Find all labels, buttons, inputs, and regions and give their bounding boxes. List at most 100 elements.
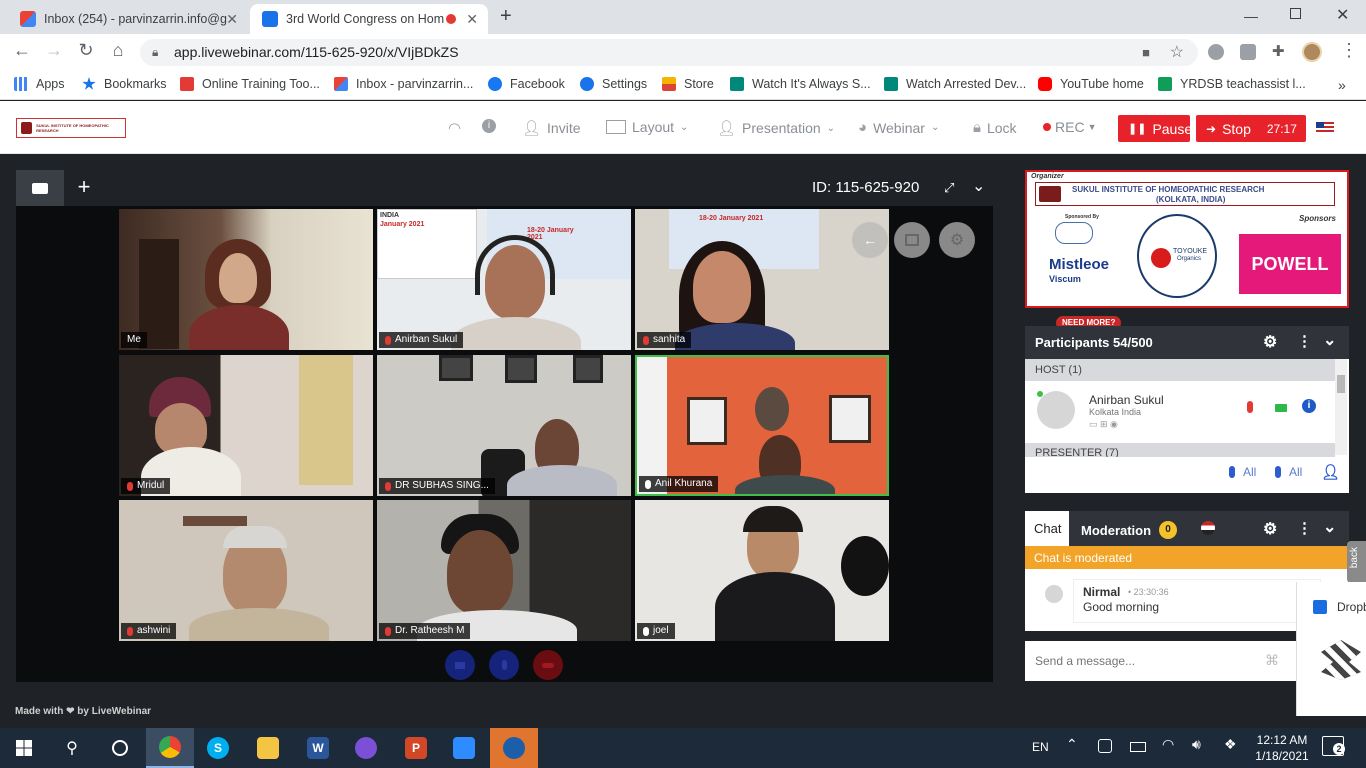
tab-webinar[interactable]: 3rd World Congress on Hom ✕ <box>250 4 488 34</box>
video-tile-joel[interactable]: joel <box>635 500 889 641</box>
clock[interactable]: 12:12 AM 1/18/2021 <box>1252 732 1312 764</box>
meet-now-icon[interactable] <box>1098 739 1112 753</box>
scroll-thumb[interactable] <box>1337 375 1345 393</box>
bookmark-store[interactable]: Store <box>662 77 714 91</box>
video-tile-ratheesh[interactable]: Dr. Ratheesh M <box>377 500 631 641</box>
host-group-header[interactable]: HOST (1) <box>1025 359 1335 381</box>
app-taskbar-item[interactable] <box>342 728 390 768</box>
star-icon[interactable]: ☆ <box>1170 39 1184 66</box>
video-tile-me[interactable]: Me <box>119 209 373 350</box>
address-bar[interactable]: 🔒︎ app.livewebinar.com/115-625-920/x/VIj… <box>140 39 1198 66</box>
skype-taskbar-item[interactable]: S <box>194 728 242 768</box>
close-window-icon[interactable]: ✕ <box>1336 5 1349 25</box>
search-button[interactable]: ⚲ <box>48 728 96 768</box>
layout-menu[interactable]: Layout ⌄ <box>606 119 688 135</box>
lock-button[interactable]: 🔒︎ Lock <box>973 119 1017 136</box>
powerpoint-taskbar-item[interactable]: P <box>392 728 440 768</box>
video-tile-anil[interactable]: Anil Khurana <box>635 355 889 496</box>
info-button[interactable]: i <box>482 119 502 133</box>
bookmark-online-training[interactable]: Online Training Too... <box>180 77 320 91</box>
gear-icon[interactable]: ⚙ <box>1263 332 1277 352</box>
wifi-status[interactable]: ◠ <box>448 119 467 137</box>
emoji-flag-icon[interactable] <box>1201 521 1215 535</box>
bookmark-watch-always[interactable]: Watch It's Always S... <box>730 77 871 91</box>
chrome-taskbar-item[interactable] <box>146 728 194 768</box>
bookmark-settings[interactable]: Settings <box>580 77 647 91</box>
kebab-menu-icon[interactable]: ⋮ <box>1297 519 1312 537</box>
presenter-group-header[interactable]: PRESENTER (7) <box>1025 443 1335 457</box>
webinar-taskbar-item[interactable] <box>490 728 538 768</box>
presentation-menu[interactable]: 👤︎ Presentation ⌄ <box>717 119 835 137</box>
pause-button[interactable]: ❚❚ Pause <box>1118 115 1192 142</box>
profile-avatar[interactable] <box>1302 42 1322 62</box>
video-tile-mridul[interactable]: Mridul <box>119 355 373 496</box>
tab-moderation[interactable]: Moderation 0 <box>1081 521 1178 539</box>
mic-toggle-button[interactable] <box>489 650 519 680</box>
video-tile-sanhita[interactable]: 18-20 January 2021 sanhita <box>635 209 889 350</box>
mute-all-button[interactable]: All <box>1229 465 1256 479</box>
info-icon[interactable]: i <box>1302 399 1316 413</box>
notifications-button[interactable]: 2 <box>1322 736 1345 756</box>
dropbox-popup[interactable]: Dropb <box>1296 582 1366 716</box>
video-tile-anirban[interactable]: INDIA January 2021 18-20 January 2021 An… <box>377 209 631 350</box>
chevron-down-icon[interactable]: ⌄ <box>1323 330 1336 350</box>
skype-ext-icon[interactable] <box>1208 44 1224 60</box>
start-button[interactable] <box>0 728 48 768</box>
close-icon[interactable]: ✕ <box>226 11 238 28</box>
battery-icon[interactable] <box>1130 742 1146 752</box>
kebab-menu-icon[interactable]: ⋮ <box>1297 332 1312 350</box>
gear-icon[interactable]: ⚙ <box>1263 519 1277 539</box>
language-indicator[interactable]: EN <box>1032 740 1049 754</box>
stop-button[interactable]: ➜ Stop 27:17 <box>1196 115 1306 142</box>
dropbox-tray-icon[interactable]: ❖ <box>1224 736 1237 753</box>
arrow-control-button[interactable]: ← <box>852 222 888 258</box>
video-tile-subhas[interactable]: DR SUBHAS SING... <box>377 355 631 496</box>
fullscreen-icon[interactable]: ⤢ <box>944 180 954 196</box>
grid-control-button[interactable] <box>894 222 930 258</box>
camera-toggle-button[interactable] <box>445 650 475 680</box>
volume-icon[interactable]: 🔊︎ <box>1192 736 1201 753</box>
close-icon[interactable]: ✕ <box>466 11 478 28</box>
bookmarks-more-button[interactable]: » <box>1338 77 1346 93</box>
new-tab-button[interactable]: + <box>500 5 512 28</box>
bookmark-yrdsb[interactable]: YRDSB teachassist l... <box>1158 77 1306 91</box>
participant-row-host[interactable]: Anirban Sukul Kolkata India ▭ ⊞ ◉ i <box>1025 381 1335 441</box>
bookmark-inbox[interactable]: Inbox - parvinzarrin... <box>334 77 473 91</box>
bookmark-watch-arrested[interactable]: Watch Arrested Dev... <box>884 77 1026 91</box>
hangup-button[interactable] <box>533 650 563 680</box>
wifi-icon[interactable]: ◠ <box>1162 736 1174 753</box>
home-icon[interactable]: ⌂ <box>106 40 130 61</box>
chevron-up-icon[interactable]: ⌃ <box>1066 736 1078 753</box>
kebab-menu-icon[interactable]: ⋮ <box>1340 40 1358 61</box>
webinar-menu[interactable]: ◕ Webinar ⌄ <box>858 119 939 136</box>
rec-button[interactable]: REC ▼ <box>1043 119 1096 135</box>
extensions-icon[interactable]: ✚ <box>1272 42 1285 60</box>
reload-icon[interactable]: ↻ <box>74 40 98 61</box>
bookmark-youtube[interactable]: YouTube home <box>1038 77 1144 91</box>
zoom-taskbar-item[interactable] <box>440 728 488 768</box>
unmute-all-button[interactable]: All <box>1275 465 1302 479</box>
restore-icon[interactable] <box>1290 8 1301 19</box>
camera-icon[interactable]: ■ <box>1142 39 1150 66</box>
settings-control-button[interactable]: ⚙ <box>939 222 975 258</box>
tab-chat[interactable]: Chat <box>1025 511 1069 546</box>
chevron-down-icon[interactable]: ⌄ <box>1323 517 1336 537</box>
back-arrow-icon[interactable]: ← <box>10 40 34 61</box>
minimize-icon[interactable]: — <box>1244 8 1258 24</box>
chevron-down-icon[interactable]: ⌄ <box>972 176 985 196</box>
facebook-ext-icon[interactable] <box>1240 44 1256 60</box>
camera-tab[interactable] <box>16 170 64 206</box>
forward-arrow-icon[interactable]: → <box>42 40 66 61</box>
bookmark-facebook[interactable]: Facebook <box>488 77 565 91</box>
word-taskbar-item[interactable]: W <box>294 728 342 768</box>
attachment-icon[interactable]: ⌘ <box>1265 652 1279 669</box>
cortana-button[interactable] <box>96 728 144 768</box>
explorer-taskbar-item[interactable] <box>244 728 292 768</box>
us-flag-icon[interactable] <box>1316 122 1334 134</box>
add-stage-button[interactable]: + <box>72 174 96 200</box>
invite-button[interactable]: 👤︎ Invite <box>522 119 581 137</box>
add-participant-icon[interactable]: 👤︎ <box>1321 463 1340 481</box>
chat-input[interactable] <box>1035 652 1255 670</box>
camera-on-icon[interactable] <box>1275 404 1287 412</box>
video-tile-ashwini[interactable]: ashwini <box>119 500 373 641</box>
